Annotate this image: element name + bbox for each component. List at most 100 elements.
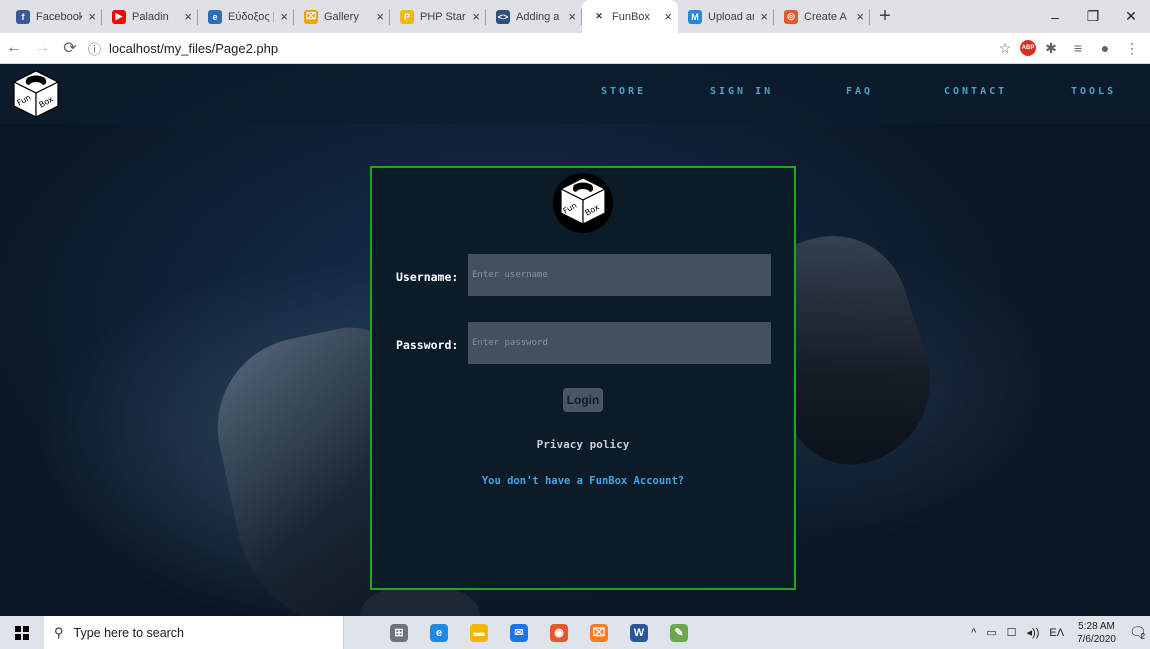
site-info-icon[interactable]: ⓘ: [88, 39, 101, 58]
maximize-button[interactable]: ❐: [1074, 0, 1112, 33]
tab-title: Paladin: [132, 10, 169, 23]
mail-taskbar-button[interactable]: ✉: [499, 616, 539, 649]
task-view-taskbar-button[interactable]: ⊞: [379, 616, 419, 649]
tab-close-icon[interactable]: ×: [184, 9, 192, 24]
browser-tab[interactable]: ✕ FunBox ×: [582, 0, 678, 33]
tab-close-icon[interactable]: ×: [376, 9, 384, 24]
back-button[interactable]: ←: [0, 34, 28, 62]
close-window-button[interactable]: ✕: [1112, 0, 1150, 33]
search-icon: ⚲: [54, 624, 64, 640]
xampp-icon: ⌧: [590, 623, 608, 642]
reading-list-icon[interactable]: ≡: [1066, 36, 1090, 60]
reload-button[interactable]: ⟳: [56, 34, 84, 62]
notification-center-button[interactable]: 🗨 2: [1124, 616, 1150, 649]
taskbar-search[interactable]: ⚲ Type here to search: [44, 616, 344, 649]
code-icon: <>: [496, 9, 510, 24]
tab-close-icon[interactable]: ×: [664, 9, 672, 24]
nav-faq-link[interactable]: FAQ: [846, 86, 873, 97]
nav-store-link[interactable]: STORE: [601, 86, 646, 97]
toolbar-actions: ☆ ABP ✱ ≡ ● ⋮: [990, 36, 1144, 60]
new-tab-button[interactable]: +: [870, 0, 900, 33]
chrome-menu-icon[interactable]: ⋮: [1120, 36, 1144, 60]
nav-links: STORE SIGN IN FAQ CONTACT TOOLS: [0, 86, 1150, 102]
tray-overflow-icon[interactable]: ^: [971, 627, 976, 639]
privacy-policy-link[interactable]: Privacy policy: [372, 438, 794, 451]
word-taskbar-button[interactable]: W: [619, 616, 659, 649]
username-input[interactable]: [468, 254, 771, 296]
tab-close-icon[interactable]: ×: [280, 9, 288, 24]
chrome-taskbar-button[interactable]: ◉: [539, 616, 579, 649]
start-button[interactable]: [0, 616, 44, 649]
tab-separator: [869, 9, 870, 25]
tab-close-icon[interactable]: ×: [856, 9, 864, 24]
bookmark-star-icon[interactable]: ☆: [993, 36, 1017, 60]
funbox-tab-icon: ✕: [595, 11, 603, 21]
edge-taskbar-button[interactable]: e: [419, 616, 459, 649]
network-icon[interactable]: ☐: [1007, 626, 1017, 639]
login-button[interactable]: Login: [563, 388, 603, 412]
tab-title: PHP Star Ra: [420, 10, 466, 23]
adblock-plus-icon[interactable]: ABP: [1020, 40, 1036, 56]
minimize-button[interactable]: –: [1036, 0, 1074, 33]
tab-close-icon[interactable]: ×: [760, 9, 768, 24]
facebook-icon: f: [16, 9, 30, 24]
browser-tab-strip: f Facebook × ▶ Paladin × e Εύδοξος | Ε × ⌧ Gallery…: [0, 0, 1150, 33]
url-text[interactable]: localhost/my_files/Page2.php: [109, 41, 278, 56]
forward-button[interactable]: →: [28, 34, 56, 62]
task-view-icon: ⊞: [390, 623, 408, 642]
mail-icon: ✉: [510, 623, 528, 642]
funbox-page: Fun Box STORE SIGN IN FAQ CONTACT TOOLS …: [0, 64, 1150, 616]
file-explorer-taskbar-button[interactable]: ▬: [459, 616, 499, 649]
back-arrow-icon: ←: [6, 39, 22, 56]
password-label: Password:: [396, 338, 459, 352]
nav-contact-link[interactable]: CONTACT: [944, 86, 1007, 97]
browser-tab[interactable]: e Εύδοξος | Ε ×: [198, 0, 294, 33]
tab-close-icon[interactable]: ×: [472, 9, 480, 24]
nav-tools-link[interactable]: TOOLS: [1071, 86, 1116, 97]
browser-tab[interactable]: ⌧ Gallery ×: [294, 0, 390, 33]
extensions-icon[interactable]: ✱: [1039, 36, 1063, 60]
volume-icon[interactable]: ◂)): [1027, 626, 1040, 639]
browser-toolbar: ← → ⟳ ⓘ localhost/my_files/Page2.php ☆ A…: [0, 33, 1150, 64]
window-controls: – ❐ ✕: [1036, 0, 1150, 33]
tab-title: FunBox: [612, 10, 650, 23]
windows-logo-icon: [15, 625, 29, 640]
profile-avatar-icon[interactable]: ●: [1093, 36, 1117, 60]
create-icon: ◎: [784, 9, 798, 24]
tab-title: Create A Si: [804, 10, 850, 23]
paint-icon: ✎: [670, 623, 688, 642]
language-indicator[interactable]: ΕΛ: [1049, 627, 1064, 639]
site-navbar: Fun Box STORE SIGN IN FAQ CONTACT TOOLS: [0, 64, 1150, 124]
tab-close-icon[interactable]: ×: [568, 9, 576, 24]
password-input[interactable]: [468, 322, 771, 364]
clock-time: 5:28 AM: [1078, 620, 1115, 632]
eudoxus-icon: e: [208, 9, 222, 24]
notification-count: 2: [1140, 632, 1146, 641]
php-icon: P: [400, 9, 414, 24]
funbox-panel-logo-icon: Fun Box: [553, 173, 613, 233]
address-bar[interactable]: ⓘ localhost/my_files/Page2.php: [88, 35, 990, 61]
taskbar-search-placeholder: Type here to search: [73, 625, 185, 640]
tab-close-icon[interactable]: ×: [88, 9, 96, 24]
browser-tab[interactable]: M Upload and ×: [678, 0, 774, 33]
taskbar-apps: ⊞ e ▬ ✉ ◉ ⌧ W ✎: [379, 616, 699, 649]
browser-tab[interactable]: ◎ Create A Si ×: [774, 0, 870, 33]
youtube-icon: ▶: [112, 9, 126, 24]
browser-tab[interactable]: P PHP Star Ra ×: [390, 0, 486, 33]
nav-signin-link[interactable]: SIGN IN: [710, 86, 773, 97]
create-account-link[interactable]: You don't have a FunBox Account?: [372, 475, 794, 487]
gallery-icon: ⌧: [304, 9, 318, 24]
xampp-taskbar-button[interactable]: ⌧: [579, 616, 619, 649]
paint-taskbar-button[interactable]: ✎: [659, 616, 699, 649]
system-tray: ^ ▭ ☐ ◂)) ΕΛ 5:28 AM 7/6/2020 🗨 2: [966, 616, 1150, 649]
battery-icon[interactable]: ▭: [986, 626, 996, 639]
browser-tab[interactable]: ▶ Paladin ×: [102, 0, 198, 33]
tab-title: Gallery: [324, 10, 359, 23]
forward-arrow-icon: →: [34, 39, 50, 56]
browser-tab[interactable]: <> Adding a G ×: [486, 0, 582, 33]
username-label: Username:: [396, 270, 459, 284]
clock[interactable]: 5:28 AM 7/6/2020: [1077, 620, 1116, 646]
browser-tab[interactable]: f Facebook ×: [6, 0, 102, 33]
login-panel: Fun Box Username: Password: Login Privac…: [370, 166, 796, 590]
tab-title: Εύδοξος | Ε: [228, 10, 275, 23]
